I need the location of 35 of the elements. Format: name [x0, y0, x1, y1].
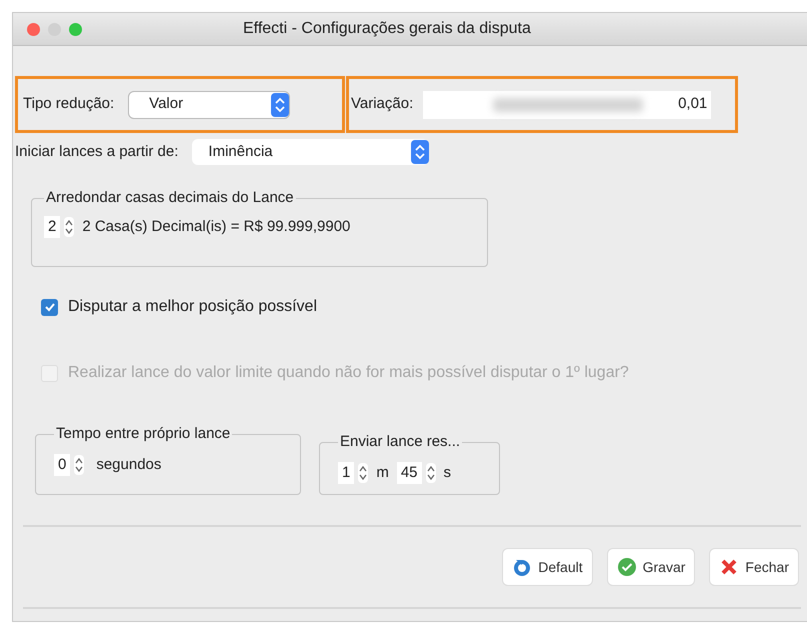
checkbox[interactable] [41, 298, 58, 316]
close-icon [719, 557, 740, 577]
number-field[interactable]: 0 [54, 454, 70, 476]
unit-label: m [376, 462, 389, 482]
field-label: Tipo redução: [23, 94, 114, 114]
stepper-icon[interactable] [64, 216, 74, 237]
number-field[interactable]: 45 [396, 462, 422, 484]
checkbox-label: Disputar a melhor posição possível [68, 297, 318, 317]
refresh-icon [512, 557, 532, 577]
select-arrows-icon [411, 140, 430, 164]
field-label: Iniciar lances a partir de: [15, 142, 178, 162]
checkbox-label: Realizar lance do valor limite quando não for mais possível disputar o 1º lugar? [68, 363, 629, 383]
checkmark-icon [44, 301, 56, 313]
default-button[interactable]: Default [502, 548, 593, 586]
group-title: Enviar lance res... [339, 432, 462, 452]
reduction-type-select[interactable]: Valor [128, 90, 290, 118]
field-label: Variação: [351, 94, 414, 114]
check-icon [616, 557, 637, 577]
window-title: Effecti - Configurações gerais da disputa [243, 19, 531, 39]
decimal-description: 2 Casa(s) Decimal(is) = R$ 99.999,9900 [82, 216, 350, 236]
close-window-icon[interactable] [27, 22, 40, 36]
close-button[interactable]: Fechar [709, 548, 799, 586]
start-bids-select[interactable]: Iminência [192, 139, 430, 165]
unit-label: s [444, 462, 452, 482]
save-button[interactable]: Gravar [606, 548, 696, 586]
stepper-icon[interactable] [426, 462, 436, 483]
number-field[interactable]: 1 [338, 462, 354, 484]
number-field[interactable]: 2 [44, 216, 60, 238]
group-title: Arredondar casas decimais do Lance [45, 188, 295, 208]
variation-field[interactable]: 0,01 [423, 90, 712, 118]
unit-label: segundos [96, 454, 162, 474]
select-arrows-icon [271, 92, 290, 116]
group-title: Tempo entre próprio lance [55, 424, 232, 444]
stepper-icon[interactable] [74, 454, 84, 475]
stepper-icon[interactable] [358, 462, 368, 483]
